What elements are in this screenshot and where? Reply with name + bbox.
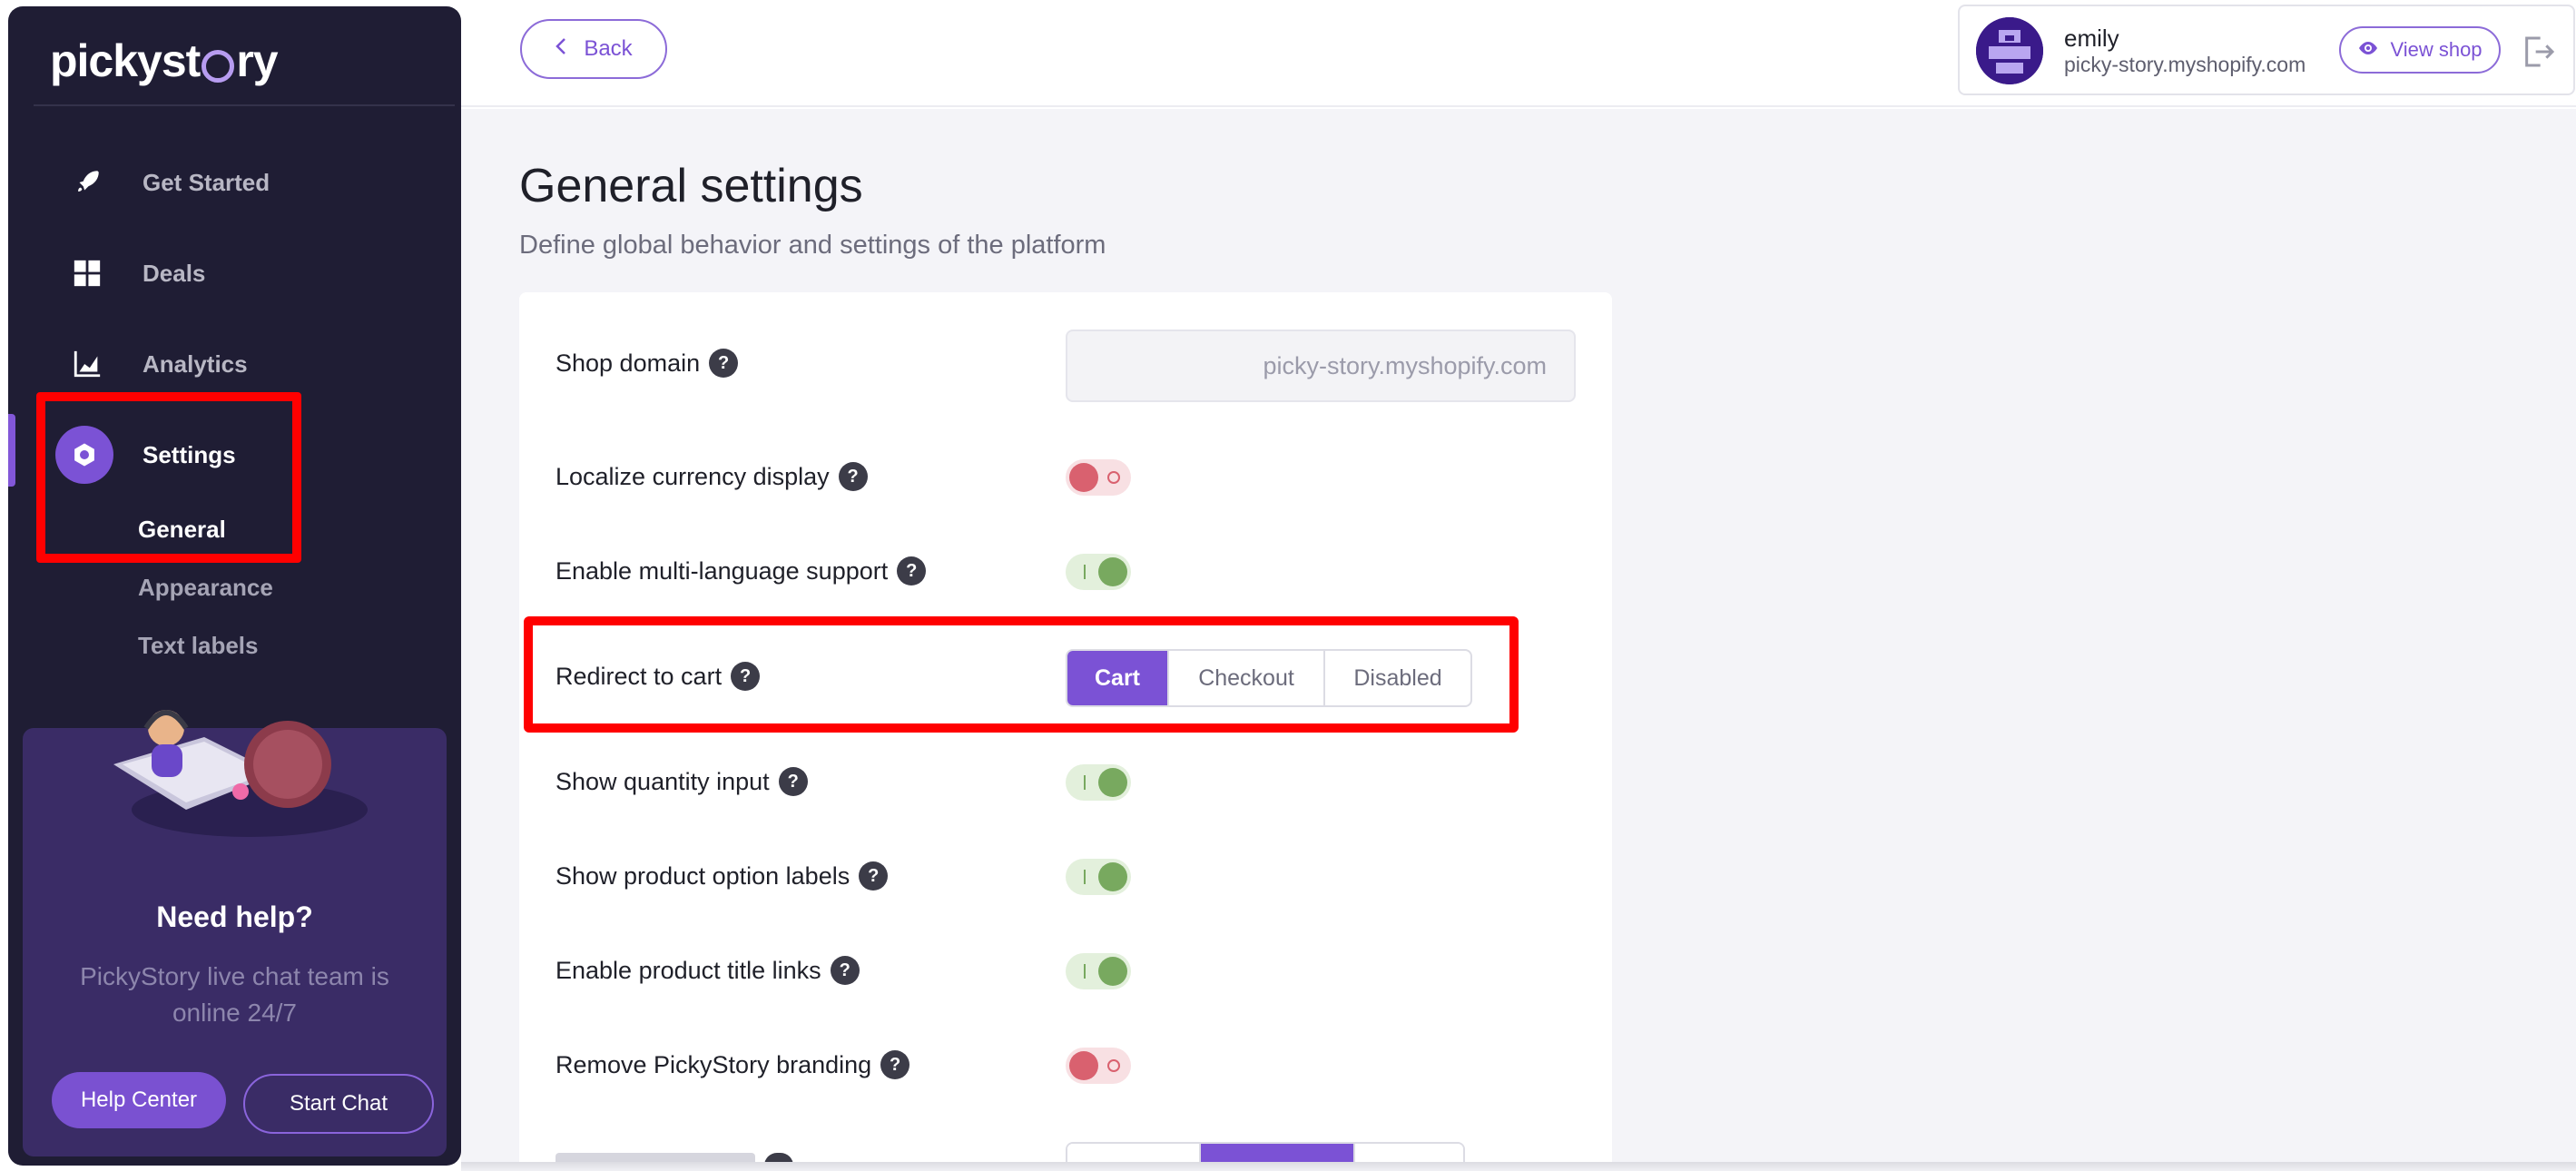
redirect-option-disabled[interactable]: Disabled bbox=[1325, 651, 1470, 705]
sidebar-item-analytics[interactable]: Analytics bbox=[8, 328, 461, 400]
sidebar-item-label: Analytics bbox=[143, 349, 248, 378]
remove-branding-text: Remove PickyStory branding bbox=[556, 1050, 872, 1078]
toggle-knob bbox=[1069, 463, 1098, 492]
toggle-knob bbox=[1069, 1051, 1098, 1080]
page-subtitle: Define global behavior and settings of t… bbox=[519, 231, 1106, 260]
help-icon[interactable]: ? bbox=[778, 767, 808, 796]
sidebar-item-label: Settings bbox=[143, 440, 236, 468]
chart-icon bbox=[66, 343, 108, 385]
grid-icon bbox=[66, 252, 108, 294]
sidebar-subitem-text-labels[interactable]: Text labels bbox=[138, 632, 258, 660]
logo-text-start: pickyst bbox=[50, 35, 201, 86]
help-icon[interactable]: ? bbox=[838, 462, 868, 491]
redirect-to-cart-label: Redirect to cart ? bbox=[556, 662, 761, 691]
localize-currency-text: Localize currency display bbox=[556, 462, 830, 490]
localize-currency-label: Localize currency display ? bbox=[556, 462, 868, 491]
chevron-left-icon bbox=[555, 36, 567, 62]
shop-domain-input: picky-story.myshopify.com bbox=[1066, 330, 1576, 402]
title-links-toggle[interactable] bbox=[1066, 953, 1131, 989]
back-label: Back bbox=[584, 36, 633, 61]
title-links-text: Enable product title links bbox=[556, 956, 821, 984]
help-title: Need help? bbox=[156, 900, 313, 933]
help-icon[interactable]: ? bbox=[880, 1050, 910, 1079]
help-icon[interactable]: ? bbox=[897, 556, 927, 586]
redirect-segmented-control: Cart Checkout Disabled bbox=[1066, 649, 1472, 707]
sidebar-subitem-general[interactable]: General bbox=[138, 516, 226, 544]
multi-language-toggle[interactable] bbox=[1066, 554, 1131, 590]
quantity-input-text: Show quantity input bbox=[556, 767, 770, 795]
toggle-on-mark-icon bbox=[1084, 870, 1086, 884]
toggle-on-mark-icon bbox=[1084, 565, 1086, 579]
toggle-knob bbox=[1098, 768, 1127, 797]
redirect-option-cart[interactable]: Cart bbox=[1067, 651, 1169, 705]
sidebar-subitem-appearance[interactable]: Appearance bbox=[138, 574, 273, 602]
sidebar-item-deals[interactable]: Deals bbox=[8, 237, 461, 310]
localize-currency-toggle[interactable] bbox=[1066, 459, 1131, 496]
sidebar: pickyst ry Get Started Deals Analytics S… bbox=[8, 6, 461, 1166]
account-panel: emily picky-story.myshopify.com View sho… bbox=[1958, 5, 2575, 95]
option-labels-text: Show product option labels bbox=[556, 861, 850, 890]
help-card: Need help? PickyStory live chat team is … bbox=[23, 710, 447, 1156]
redirect-to-cart-text: Redirect to cart bbox=[556, 662, 723, 690]
rocket-icon bbox=[66, 162, 108, 203]
remove-branding-toggle[interactable] bbox=[1066, 1048, 1131, 1084]
help-icon[interactable]: ? bbox=[731, 662, 761, 691]
help-text: PickyStory live chat team is online 24/7 bbox=[80, 962, 389, 1027]
avatar[interactable] bbox=[1976, 17, 2043, 84]
bottom-edge bbox=[461, 1162, 2576, 1171]
toggle-on-mark-icon bbox=[1084, 775, 1086, 790]
shop-domain-value: picky-story.myshopify.com bbox=[1263, 351, 1547, 379]
help-center-button[interactable]: Help Center bbox=[52, 1072, 226, 1128]
title-links-label: Enable product title links ? bbox=[556, 956, 860, 985]
redirect-option-checkout[interactable]: Checkout bbox=[1169, 651, 1325, 705]
toggle-on-mark-icon bbox=[1084, 964, 1086, 979]
toggle-knob bbox=[1098, 862, 1127, 891]
support-illustration-icon bbox=[113, 710, 368, 837]
view-shop-label: View shop bbox=[2390, 38, 2483, 61]
sidebar-item-label: Deals bbox=[143, 259, 206, 287]
start-chat-button[interactable]: Start Chat bbox=[243, 1074, 434, 1134]
sidebar-item-get-started[interactable]: Get Started bbox=[8, 146, 461, 219]
settings-card bbox=[519, 292, 1612, 1171]
toggle-off-mark-icon bbox=[1107, 1059, 1120, 1072]
toggle-knob bbox=[1098, 957, 1127, 986]
multi-language-text: Enable multi-language support bbox=[556, 556, 889, 585]
toggle-knob bbox=[1098, 557, 1127, 586]
option-labels-label: Show product option labels ? bbox=[556, 861, 889, 891]
remove-branding-label: Remove PickyStory branding ? bbox=[556, 1050, 910, 1079]
gear-icon bbox=[55, 426, 113, 484]
logout-icon[interactable] bbox=[2521, 34, 2557, 70]
multi-language-label: Enable multi-language support ? bbox=[556, 556, 927, 586]
logo-text-end: ry bbox=[236, 35, 278, 86]
shop-domain-label: Shop domain ? bbox=[556, 349, 739, 378]
page-title: General settings bbox=[519, 160, 863, 212]
quantity-input-toggle[interactable] bbox=[1066, 764, 1131, 801]
help-icon[interactable]: ? bbox=[709, 349, 739, 378]
option-labels-toggle[interactable] bbox=[1066, 859, 1131, 895]
help-icon[interactable]: ? bbox=[859, 861, 889, 891]
sidebar-item-settings[interactable]: Settings bbox=[8, 418, 461, 491]
shop-domain-text: Shop domain bbox=[556, 349, 701, 377]
back-button[interactable]: Back bbox=[520, 19, 667, 79]
account-name: emily bbox=[2064, 25, 2119, 52]
logo-divider bbox=[34, 104, 455, 106]
view-shop-button[interactable]: View shop bbox=[2339, 26, 2501, 74]
toggle-off-mark-icon bbox=[1107, 471, 1120, 484]
account-domain: picky-story.myshopify.com bbox=[2064, 53, 2306, 76]
help-icon[interactable]: ? bbox=[830, 956, 860, 985]
logo-o-icon bbox=[202, 50, 235, 83]
quantity-input-label: Show quantity input ? bbox=[556, 767, 808, 796]
sidebar-item-label: Get Started bbox=[143, 168, 270, 196]
pickystory-logo[interactable]: pickyst ry bbox=[50, 32, 279, 90]
eye-icon bbox=[2357, 38, 2379, 62]
